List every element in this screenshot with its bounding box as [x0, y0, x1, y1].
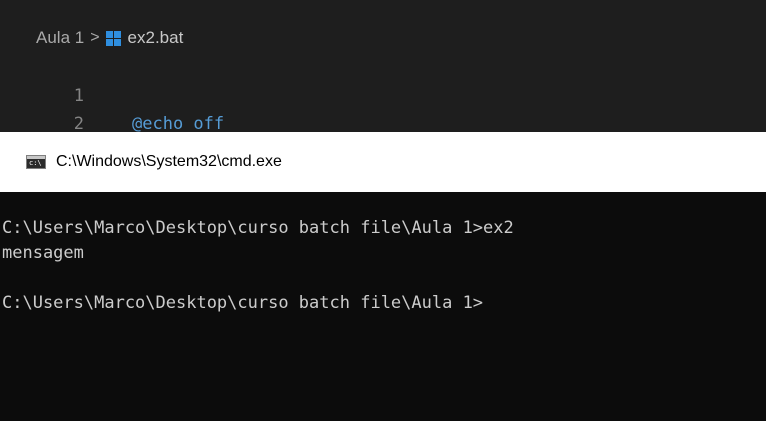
- cmd-titlebar[interactable]: c:\ C:\Windows\System32\cmd.exe: [0, 132, 766, 192]
- code-argument: off: [183, 114, 225, 132]
- code-text: @echo off: [132, 110, 224, 132]
- breadcrumb: Aula 1 > ex2.bat: [36, 24, 183, 52]
- console-line: mensagem: [2, 243, 84, 263]
- line-number: 1: [73, 86, 84, 106]
- code-line-2[interactable]: 2 echo mensagem: [0, 82, 84, 132]
- windows-bat-icon: [105, 30, 121, 46]
- console-prompt: C:\Users\Marco\Desktop\curso batch file\…: [2, 293, 484, 313]
- line-number: 2: [73, 114, 84, 132]
- screen: Aula 1 > ex2.bat 1 @echo off 2 echo mens…: [0, 0, 766, 421]
- breadcrumb-file[interactable]: ex2.bat: [128, 28, 184, 48]
- code-keyword: @echo: [132, 114, 184, 132]
- cmd-window[interactable]: c:\ C:\Windows\System32\cmd.exe C:\Users…: [0, 132, 766, 421]
- breadcrumb-separator-chevron: >: [90, 29, 100, 46]
- console-output[interactable]: C:\Users\Marco\Desktop\curso batch file\…: [0, 192, 766, 421]
- console-line: C:\Users\Marco\Desktop\curso batch file\…: [2, 218, 514, 238]
- cmd-console-icon[interactable]: c:\: [26, 155, 46, 169]
- code-line-1[interactable]: 1 @echo off: [0, 54, 224, 132]
- breadcrumb-folder[interactable]: Aula 1: [36, 28, 84, 48]
- code-editor[interactable]: Aula 1 > ex2.bat 1 @echo off 2 echo mens…: [0, 0, 766, 132]
- window-title: C:\Windows\System32\cmd.exe: [56, 153, 282, 170]
